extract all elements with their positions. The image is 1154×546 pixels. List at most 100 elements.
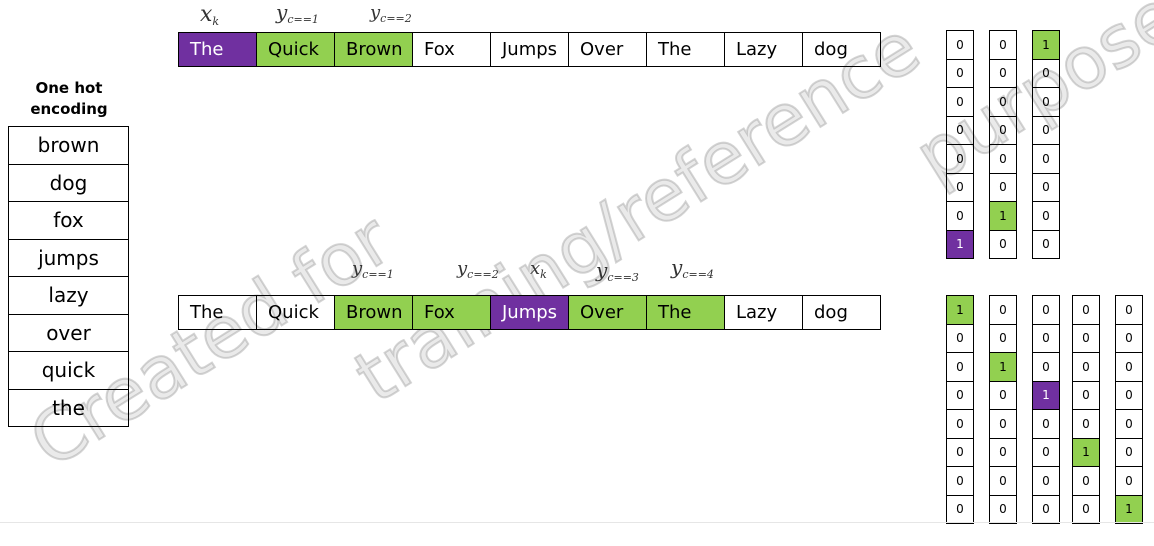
vector-cell: 0 xyxy=(989,115,1017,145)
bottom-word-cell: Jumps xyxy=(490,295,569,330)
bottom-label-xk: xk xyxy=(530,258,547,281)
vector-cell: 0 xyxy=(1115,352,1143,382)
vector-cell: 0 xyxy=(989,87,1017,117)
label-sub: c==2 xyxy=(380,12,412,25)
label-sub: c==4 xyxy=(682,268,714,281)
top-word-cell: The xyxy=(178,32,257,67)
bottom-sentence: The Quick Brown Fox Jumps Over The Lazy … xyxy=(178,295,881,330)
vector-cell: 0 xyxy=(946,172,974,202)
vocab-word: over xyxy=(8,313,129,352)
hot-cell: 1 xyxy=(946,229,974,259)
vocab-word: brown xyxy=(8,126,129,165)
vector-cell: 0 xyxy=(989,295,1017,325)
vector-cell: 0 xyxy=(989,229,1017,259)
vector-cell: 0 xyxy=(1032,229,1060,259)
vocab-title-line2: encoding xyxy=(30,100,108,118)
hot-cell: 1 xyxy=(989,352,1017,382)
vocab-table: brown dog fox jumps lazy over quick the xyxy=(8,126,129,427)
top-word-cell: Over xyxy=(568,32,647,67)
vector-cell: 0 xyxy=(1115,437,1143,467)
hot-cell: 1 xyxy=(1072,437,1100,467)
top-onehot-vector: 00000010 xyxy=(989,30,1017,259)
bottom-word-cell: The xyxy=(178,295,257,330)
vector-cell: 0 xyxy=(1072,466,1100,496)
vocab-word: lazy xyxy=(8,276,129,315)
label-main: y xyxy=(671,255,683,279)
top-word-cell: dog xyxy=(802,32,881,67)
vector-cell: 0 xyxy=(946,323,974,353)
bottom-onehot-vector: 00100000 xyxy=(989,295,1017,524)
bottom-label-yc3: yc==3 xyxy=(596,258,639,284)
label-sub: k xyxy=(212,15,220,28)
vector-cell: 0 xyxy=(1032,144,1060,174)
vector-cell: 0 xyxy=(1072,380,1100,410)
divider-line xyxy=(0,522,1154,523)
vector-cell: 0 xyxy=(1032,201,1060,231)
vector-cell: 0 xyxy=(1072,409,1100,439)
top-word-cell: Fox xyxy=(412,32,491,67)
vector-cell: 0 xyxy=(1032,409,1060,439)
vector-cell: 0 xyxy=(1032,494,1060,524)
vector-cell: 0 xyxy=(989,409,1017,439)
label-main: y xyxy=(276,0,288,24)
vector-cell: 0 xyxy=(1115,295,1143,325)
vector-cell: 0 xyxy=(946,58,974,88)
bottom-word-cell: Quick xyxy=(256,295,335,330)
label-sub: c==2 xyxy=(467,268,499,281)
bottom-label-yc2: yc==2 xyxy=(457,258,499,281)
bottom-label-yc4: yc==4 xyxy=(671,255,714,281)
bottom-word-cell: Fox xyxy=(412,295,491,330)
vocab-word: jumps xyxy=(8,238,129,277)
vector-cell: 0 xyxy=(1115,409,1143,439)
hot-cell: 1 xyxy=(1032,380,1060,410)
vector-cell: 0 xyxy=(1032,323,1060,353)
label-sub: c==1 xyxy=(287,13,319,26)
vector-cell: 0 xyxy=(989,144,1017,174)
hot-cell: 1 xyxy=(946,295,974,325)
watermark-line2: training/reference xyxy=(339,4,934,420)
bottom-onehot-vector: 10000000 xyxy=(946,295,974,524)
vector-cell: 0 xyxy=(946,437,974,467)
vector-cell: 0 xyxy=(989,30,1017,60)
top-word-cell: Jumps xyxy=(490,32,569,67)
vector-cell: 0 xyxy=(946,352,974,382)
vector-cell: 0 xyxy=(1032,295,1060,325)
top-word-cell: Lazy xyxy=(724,32,803,67)
vector-cell: 0 xyxy=(989,494,1017,524)
vector-cell: 0 xyxy=(989,172,1017,202)
vector-cell: 0 xyxy=(1115,380,1143,410)
vector-cell: 0 xyxy=(1032,87,1060,117)
vector-cell: 0 xyxy=(946,494,974,524)
vector-cell: 0 xyxy=(1032,466,1060,496)
vector-cell: 0 xyxy=(1115,323,1143,353)
vocab-word: the xyxy=(8,388,129,427)
label-sub: c==1 xyxy=(362,268,394,281)
vector-cell: 0 xyxy=(1032,115,1060,145)
label-sub: c==3 xyxy=(607,271,639,284)
label-main: x xyxy=(530,258,541,279)
bottom-onehot-vector: 00010000 xyxy=(1032,295,1060,524)
vector-cell: 0 xyxy=(989,58,1017,88)
vector-cell: 0 xyxy=(1032,437,1060,467)
top-word-cell: The xyxy=(646,32,725,67)
vector-cell: 0 xyxy=(946,201,974,231)
bottom-onehot-vector: 00000100 xyxy=(1072,295,1100,524)
hot-cell: 1 xyxy=(989,201,1017,231)
vocab-word: fox xyxy=(8,201,129,240)
vector-cell: 0 xyxy=(1032,172,1060,202)
top-label-yc1: yc==1 xyxy=(276,0,319,26)
vocab-word: dog xyxy=(8,163,129,202)
vector-cell: 0 xyxy=(989,466,1017,496)
top-label-yc2: yc==2 xyxy=(370,2,412,25)
vector-cell: 0 xyxy=(946,115,974,145)
vector-cell: 0 xyxy=(1032,58,1060,88)
hot-cell: 1 xyxy=(1115,494,1143,524)
vector-cell: 0 xyxy=(1072,295,1100,325)
vector-cell: 0 xyxy=(989,380,1017,410)
vector-cell: 0 xyxy=(946,144,974,174)
label-main: y xyxy=(352,258,363,279)
label-main: y xyxy=(370,2,381,23)
bottom-word-cell: Over xyxy=(568,295,647,330)
vector-cell: 0 xyxy=(946,30,974,60)
vector-cell: 0 xyxy=(1072,323,1100,353)
